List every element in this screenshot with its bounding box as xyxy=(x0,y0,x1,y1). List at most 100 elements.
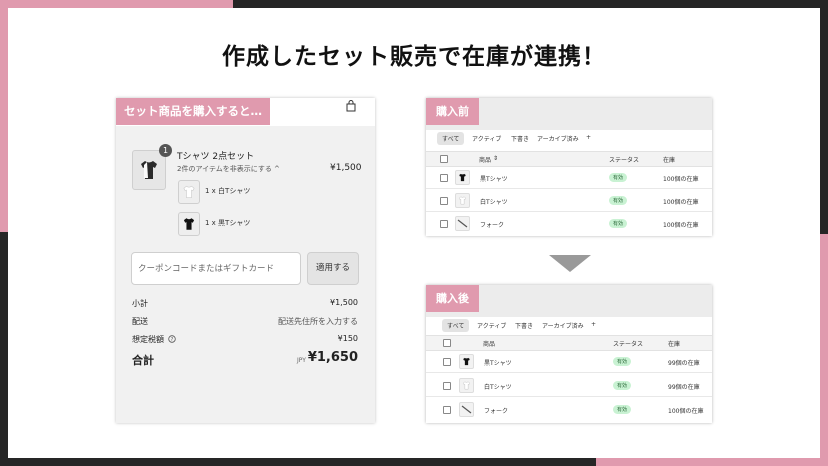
cart-panel: セット商品を購入すると… 1 Tシャツ 2点セット 2件のアイテムを非表示にする… xyxy=(116,98,375,423)
row-checkbox[interactable] xyxy=(440,174,448,182)
product-thumbnail xyxy=(455,216,470,231)
stock-value: 100個の在庫 xyxy=(668,408,704,415)
status-badge: 有効 xyxy=(609,196,628,205)
product-name[interactable]: フォーク xyxy=(484,406,508,415)
shipping-label: 配送 xyxy=(132,317,148,326)
product-thumbnail xyxy=(459,402,474,417)
apply-coupon-button[interactable]: 適用する xyxy=(307,252,359,285)
total-currency: JPY xyxy=(297,357,306,364)
table-row[interactable]: 白Tシャツ 有効 100個の在庫 xyxy=(426,189,712,212)
tab-draft[interactable]: 下書き xyxy=(511,134,529,143)
down-arrow-icon xyxy=(549,255,591,272)
after-tag: 購入後 xyxy=(426,285,479,312)
product-name[interactable]: 白Tシャツ xyxy=(480,197,508,206)
product-thumbnail xyxy=(455,170,470,185)
white-tshirt-icon xyxy=(183,185,195,199)
row-checkbox[interactable] xyxy=(443,382,451,390)
row-checkbox[interactable] xyxy=(443,358,451,366)
stock-value: 99個の在庫 xyxy=(668,360,700,367)
col-status: ステータス xyxy=(613,341,644,348)
corner-top-left xyxy=(0,0,233,8)
col-stock: 在庫 xyxy=(668,341,681,348)
status-badge: 有効 xyxy=(609,173,628,182)
sub-item-thumbnail-black xyxy=(178,212,200,236)
table-row[interactable]: 白Tシャツ 有効 99個の在庫 xyxy=(426,374,712,397)
table-row[interactable]: フォーク 有効 100個の在庫 xyxy=(426,212,712,234)
select-all-checkbox[interactable] xyxy=(443,339,451,347)
subtotal-label: 小計 xyxy=(132,299,148,308)
sub-item-white: 1 x 白Tシャツ xyxy=(205,187,251,195)
fork-icon xyxy=(457,219,468,228)
coupon-input[interactable] xyxy=(132,253,298,284)
tab-archived[interactable]: アーカイブ済み xyxy=(542,321,584,330)
sub-item-black: 1 x 黒Tシャツ xyxy=(205,219,251,227)
corner-left-side xyxy=(0,0,8,232)
product-name[interactable]: フォーク xyxy=(480,220,504,229)
stock-value: 100個の在庫 xyxy=(663,176,699,183)
row-checkbox[interactable] xyxy=(440,220,448,228)
tab-add[interactable]: + xyxy=(586,134,591,141)
tab-add[interactable]: + xyxy=(591,321,596,328)
col-product: 商品 xyxy=(483,341,496,348)
before-panel: 購入前 すべて アクティブ 下書き アーカイブ済み + 商品 ⇕ ステータス 在… xyxy=(426,98,712,236)
col-product: 商品 xyxy=(479,157,492,164)
product-thumbnail xyxy=(459,378,474,393)
after-table-header: 商品 ステータス 在庫 xyxy=(426,335,712,351)
after-tabs: すべて アクティブ 下書き アーカイブ済み + xyxy=(426,317,712,335)
before-tag: 購入前 xyxy=(426,98,479,125)
col-stock: 在庫 xyxy=(663,157,676,164)
tab-active[interactable]: アクティブ xyxy=(477,321,506,330)
tab-all[interactable]: すべて xyxy=(437,132,465,145)
tax-label: 想定税額 xyxy=(132,335,164,344)
stock-value: 100個の在庫 xyxy=(663,222,699,229)
corner-bottom-right xyxy=(596,458,828,466)
subtotal-value: ¥1,500 xyxy=(330,298,358,307)
tab-active[interactable]: アクティブ xyxy=(472,134,501,143)
product-name[interactable]: 黒Tシャツ xyxy=(480,174,508,183)
stock-value: 100個の在庫 xyxy=(663,199,699,206)
row-checkbox[interactable] xyxy=(443,406,451,414)
product-name[interactable]: 白Tシャツ xyxy=(484,382,512,391)
tab-all[interactable]: すべて xyxy=(442,319,470,332)
status-badge: 有効 xyxy=(609,219,628,228)
stock-value: 99個の在庫 xyxy=(668,384,700,391)
status-badge: 有効 xyxy=(613,405,632,414)
corner-right-side xyxy=(820,234,828,466)
set-product-thumbnail xyxy=(132,150,166,190)
tshirt-icon xyxy=(141,161,157,179)
white-tshirt-icon xyxy=(462,381,471,390)
sort-icon[interactable]: ⇕ xyxy=(493,155,498,162)
table-row[interactable]: 黒Tシャツ 有効 100個の在庫 xyxy=(426,166,712,189)
svg-text:?: ? xyxy=(171,337,174,343)
tab-draft[interactable]: 下書き xyxy=(515,321,533,330)
status-badge: 有効 xyxy=(613,357,632,366)
product-thumbnail xyxy=(459,354,474,369)
before-tabs: すべて アクティブ 下書き アーカイブ済み + xyxy=(426,130,712,148)
before-table-header: 商品 ⇕ ステータス 在庫 xyxy=(426,151,712,167)
hide-items-toggle[interactable]: 2件のアイテムを非表示にする ^ xyxy=(177,164,280,174)
total-value: ¥1,650 xyxy=(307,350,358,365)
help-icon[interactable]: ? xyxy=(168,335,176,343)
sub-item-thumbnail-white xyxy=(178,180,200,204)
white-tshirt-icon xyxy=(458,196,467,205)
black-tshirt-icon xyxy=(459,173,466,182)
cart-tag: セット商品を購入すると… xyxy=(116,98,270,125)
tab-archived[interactable]: アーカイブ済み xyxy=(537,134,579,143)
set-product-name: Tシャツ 2点セット xyxy=(177,152,255,162)
page-title: 作成したセット販売で在庫が連携！ xyxy=(222,44,606,70)
shipping-value: 配送先住所を入力する xyxy=(278,317,358,326)
black-tshirt-icon xyxy=(183,218,195,230)
select-all-checkbox[interactable] xyxy=(440,155,448,163)
table-row[interactable]: フォーク 有効 100個の在庫 xyxy=(426,398,712,420)
quantity-badge: 1 xyxy=(159,144,172,157)
product-name[interactable]: 黒Tシャツ xyxy=(484,358,512,367)
shopping-bag-icon[interactable] xyxy=(346,100,356,112)
row-checkbox[interactable] xyxy=(440,197,448,205)
set-product-price: ¥1,500 xyxy=(330,163,362,173)
coupon-field[interactable] xyxy=(131,252,301,285)
table-row[interactable]: 黒Tシャツ 有効 99個の在庫 xyxy=(426,350,712,373)
after-panel: 購入後 すべて アクティブ 下書き アーカイブ済み + 商品 ステータス 在庫 … xyxy=(426,285,712,423)
status-badge: 有効 xyxy=(613,381,632,390)
total-label: 合計 xyxy=(132,354,154,367)
fork-icon xyxy=(461,405,472,414)
